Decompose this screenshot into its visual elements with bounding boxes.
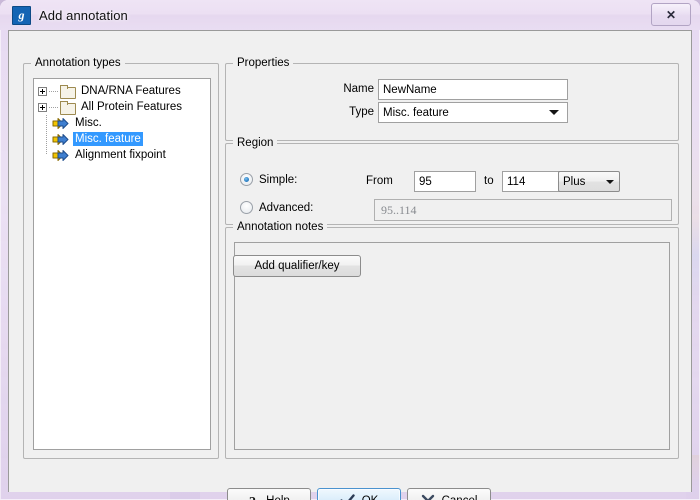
x-mark-icon [421,494,435,500]
tree-item-misc[interactable]: Misc. [34,115,210,131]
tree-connector [49,90,58,92]
tree-item-misc-feature[interactable]: Misc. feature [34,131,210,147]
region-title: Region [233,137,278,149]
dialog-client-area: Annotation types DNA/RNA Features All Pr… [8,30,692,500]
tree-connector [38,115,52,131]
add-annotation-dialog: g Add annotation ✕ Annotation types DNA/… [0,0,700,500]
name-input[interactable] [378,79,568,100]
annotation-types-group: Annotation types DNA/RNA Features All Pr… [23,57,219,459]
add-qualifier-key-label: Add qualifier/key [254,260,340,272]
cancel-button-label: Cancel [442,495,478,500]
annotation-types-tree[interactable]: DNA/RNA Features All Protein Features Mi… [33,78,211,450]
title-bar: g Add annotation ✕ [0,0,700,30]
strand-combobox[interactable]: Plus [558,171,620,192]
help-button-label: Help [266,495,290,500]
expand-plus-icon[interactable] [38,102,47,112]
advanced-radio-label: Advanced: [259,201,314,214]
from-label: From [366,175,393,187]
properties-title: Properties [233,57,294,69]
double-arrow-icon [52,117,69,130]
type-label: Type [349,106,374,118]
simple-radio-button[interactable] [240,173,253,186]
tree-connector [38,147,52,163]
advanced-region-field[interactable]: 95..114 [374,199,672,221]
cancel-button[interactable]: Cancel [407,488,491,500]
tree-item-all-protein-features[interactable]: All Protein Features [34,99,210,115]
from-input[interactable] [414,171,476,192]
close-button[interactable]: ✕ [651,3,691,26]
advanced-radio-button[interactable] [240,201,253,214]
to-input[interactable] [502,171,564,192]
to-label: to [484,175,494,187]
window-title: Add annotation [39,7,128,23]
ok-button[interactable]: OK [317,488,401,500]
question-mark-icon: ? [248,494,259,500]
tree-item-label: Alignment fixpoint [75,149,166,161]
tree-item-label: Misc. feature [73,132,143,146]
advanced-radio-row[interactable]: Advanced: [240,201,313,214]
tree-item-label: DNA/RNA Features [81,85,181,97]
add-qualifier-key-button[interactable]: Add qualifier/key [233,255,361,277]
double-arrow-icon [52,149,69,162]
annotation-notes-title: Annotation notes [233,221,328,233]
tree-item-label: All Protein Features [81,101,182,113]
type-combobox[interactable]: Misc. feature [378,102,568,123]
checkmark-icon [340,494,355,500]
chevron-down-icon [549,110,559,115]
strand-combobox-value: Plus [563,175,586,188]
tree-connector [38,131,52,147]
simple-radio-label: Simple: [259,173,298,186]
help-button[interactable]: ? Help [227,488,311,500]
tree-item-dna-rna-features[interactable]: DNA/RNA Features [34,83,210,99]
folder-icon [60,100,76,115]
g-app-icon: g [12,5,31,25]
type-combobox-value: Misc. feature [383,106,449,119]
double-arrow-icon [52,133,69,146]
chevron-down-icon [606,179,614,184]
simple-radio-row[interactable]: Simple: [240,173,297,186]
name-label: Name [343,83,374,95]
expand-plus-icon[interactable] [38,86,47,96]
folder-icon [60,84,76,99]
tree-connector [49,106,58,108]
tree-item-alignment-fixpoint[interactable]: Alignment fixpoint [34,147,210,163]
close-icon: ✕ [665,7,677,22]
properties-group: Properties Name Type Misc. feature [225,57,679,141]
annotation-types-title: Annotation types [31,57,125,69]
ok-button-label: OK [362,495,379,500]
svg-text:?: ? [249,495,256,500]
region-group: Region Simple: Advanced: From to Plus 95… [225,137,679,225]
tree-item-label: Misc. [75,117,102,129]
